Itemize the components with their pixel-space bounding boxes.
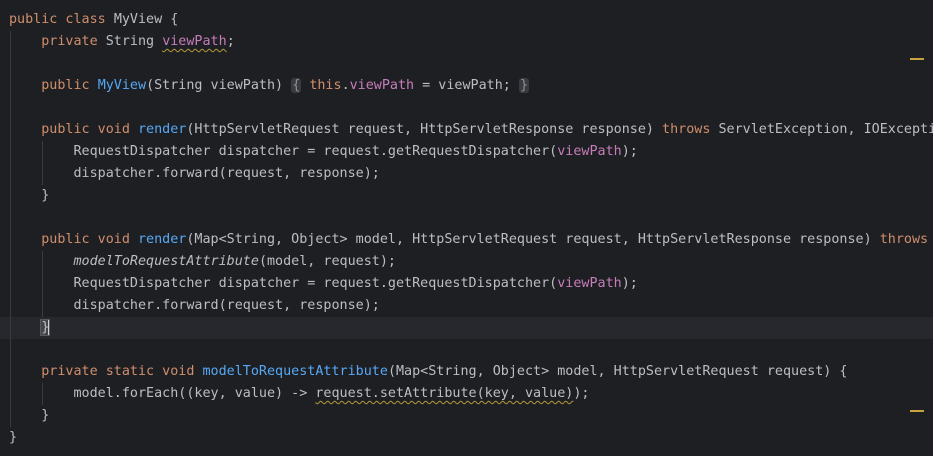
code-token: dispatcher.forward(request, response); [73,166,380,181]
code-line[interactable]: private String viewPath; [0,31,933,53]
code-token: render [138,232,187,247]
code-token: (String viewPath) [146,78,292,93]
code-token: (model, request); [258,254,396,269]
code-token: private [41,34,106,49]
code-token: public void [41,122,138,137]
code-line[interactable] [0,207,933,229]
code-line[interactable]: } [0,317,933,339]
code-line[interactable]: RequestDispatcher dispatcher = request.g… [0,273,933,295]
code-line[interactable]: } [0,427,933,449]
indent-guide [42,383,44,405]
code-token: modelToRequestAttribute [73,254,259,269]
warning-stripe-mark[interactable] [910,410,924,412]
code-editor[interactable]: public class MyView { private String vie… [0,0,933,456]
code-token: ); [573,386,590,401]
code-line[interactable]: dispatcher.forward(request, response); [0,163,933,185]
code-token: model.forEach((key, value) -> [73,386,316,401]
text-caret [48,319,51,335]
code-line[interactable]: RequestDispatcher dispatcher = request.g… [0,141,933,163]
code-token: public class [9,12,114,27]
code-token: ; [226,34,235,49]
code-token: modelToRequestAttribute [202,364,388,379]
code-token: MyView { [113,12,179,27]
code-token: RequestDispatcher dispatcher = request.g… [73,144,558,159]
code-token: viewPath [162,34,227,49]
code-token: } [9,430,18,445]
code-token: ); [621,144,638,159]
code-token: (Map<String, Object> model, HttpServletR… [186,232,880,247]
code-line[interactable]: } [0,185,933,207]
code-token: this [309,78,342,93]
code-token: . [341,78,350,93]
code-line[interactable]: modelToRequestAttribute(model, request); [0,251,933,273]
code-token: viewPath [557,144,622,159]
code-line[interactable]: public MyView(String viewPath) { this.vi… [0,75,933,97]
code-token: public [41,78,98,93]
code-line[interactable]: model.forEach((key, value) -> request.se… [0,383,933,405]
code-line[interactable]: } [0,405,933,427]
code-token: MyView [97,78,147,93]
code-token: private static void [41,364,203,379]
code-line[interactable]: dispatcher.forward(request, response); [0,295,933,317]
code-token: = viewPath; [414,78,519,93]
code-token: String [105,34,163,49]
code-token: { [291,78,302,93]
code-token: throws [662,122,719,137]
code-token: public void [41,232,138,247]
code-token: ); [621,276,638,291]
indent-guide [42,251,44,317]
code-token: throws [879,232,929,247]
code-token: viewPath [349,78,415,93]
code-token: render [138,122,187,137]
code-token: (Map<String, Object> model, HttpServletR… [387,364,848,379]
code-token: } [41,408,50,423]
code-token: RequestDispatcher dispatcher = request.g… [73,276,558,291]
code-token: viewPath [557,276,622,291]
code-line[interactable]: private static void modelToRequestAttrib… [0,361,933,383]
code-line[interactable] [0,97,933,119]
code-line[interactable] [0,53,933,75]
code-token: request.setAttribute(key, value) [315,386,574,401]
code-line[interactable]: public void render(Map<String, Object> m… [0,229,933,251]
code-token: } [518,78,529,93]
code-token: } [41,188,50,203]
code-line[interactable]: public void render(HttpServletRequest re… [0,119,933,141]
code-token: dispatcher.forward(request, response); [73,298,380,313]
code-line[interactable] [0,339,933,361]
code-line[interactable]: public class MyView { [0,9,933,31]
indent-guide [42,141,44,185]
code-token: (HttpServletRequest request, HttpServlet… [186,122,663,137]
warning-stripe-mark[interactable] [910,58,924,60]
indent-guide [10,31,11,427]
code-token: ServletException, IOException [718,122,933,137]
